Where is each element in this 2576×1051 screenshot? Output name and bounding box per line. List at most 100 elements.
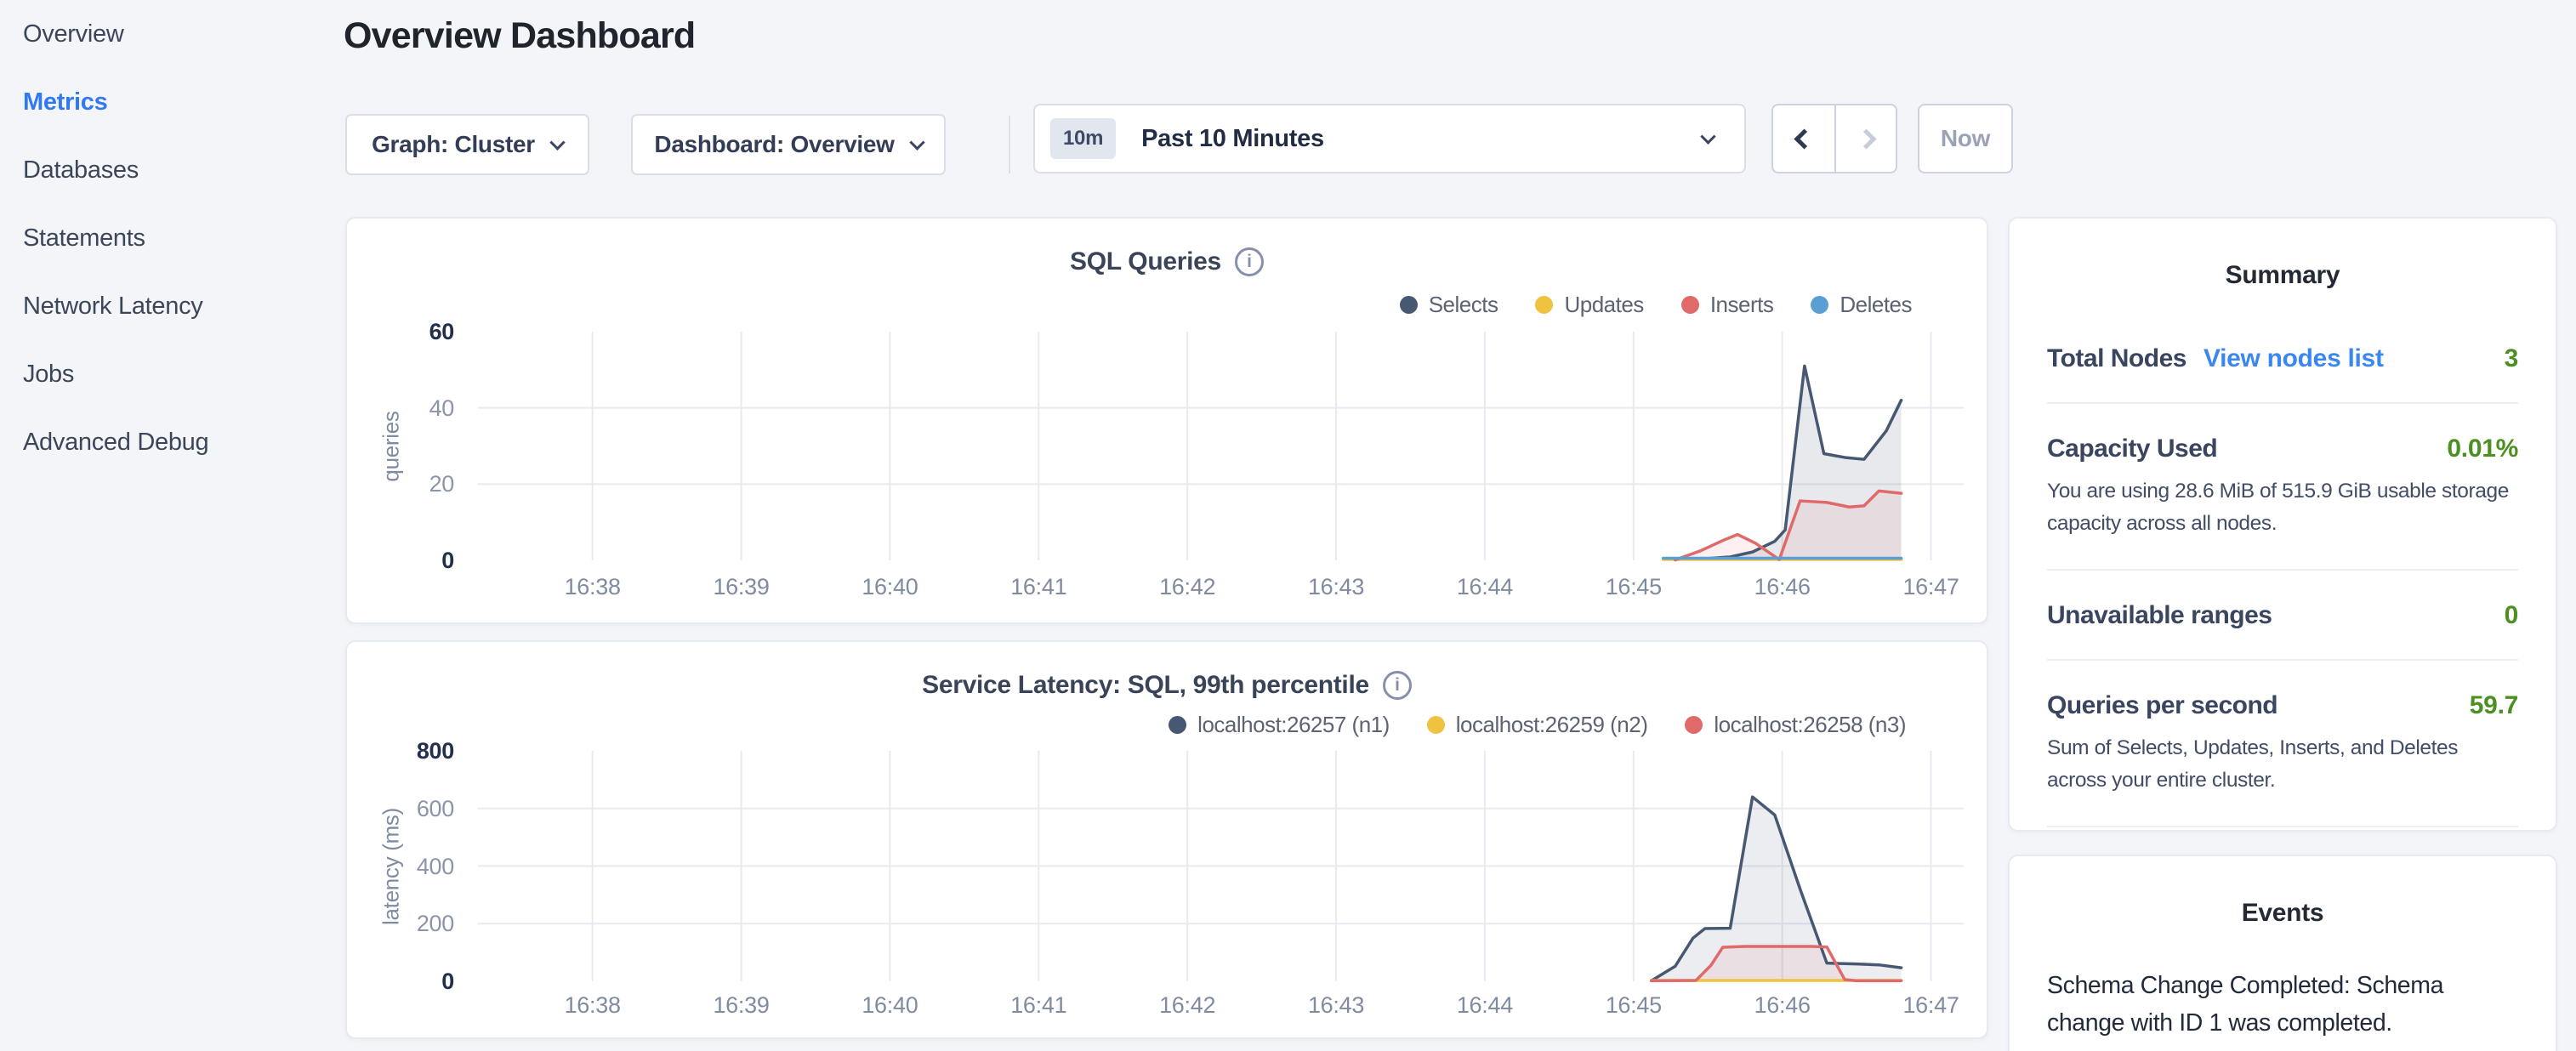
sidebar-item-jobs[interactable]: Jobs — [0, 340, 345, 408]
y-tick-label: 60 — [352, 318, 454, 345]
unavailable-ranges-value: 0 — [2505, 601, 2518, 630]
capacity-used-value: 0.01% — [2447, 435, 2518, 463]
legend-item: Inserts — [1681, 292, 1774, 318]
toolbar-divider — [1009, 116, 1010, 173]
divider — [2047, 659, 2518, 661]
x-tick-label: 16:38 — [542, 574, 644, 600]
x-tick-label: 16:38 — [542, 992, 644, 1019]
legend-dot-icon — [1535, 296, 1553, 314]
info-icon[interactable]: i — [1235, 247, 1264, 276]
legend-dot-icon — [1169, 716, 1186, 734]
qps-value: 59.7 — [2470, 691, 2518, 720]
y-tick-label: 600 — [352, 795, 454, 822]
chevron-right-icon — [1856, 128, 1876, 149]
x-tick-label: 16:43 — [1285, 574, 1387, 600]
divider — [2047, 826, 2518, 827]
chart-plot-area — [478, 332, 1964, 560]
now-button[interactable]: Now — [1918, 104, 2013, 173]
x-tick-label: 16:39 — [691, 992, 793, 1019]
legend-dot-icon — [1811, 296, 1828, 314]
dashboard-dropdown[interactable]: Dashboard: Overview — [631, 114, 946, 175]
legend-label: localhost:26257 (n1) — [1197, 712, 1390, 738]
legend-item: localhost:26258 (n3) — [1685, 712, 1906, 738]
total-nodes-value: 3 — [2505, 344, 2518, 373]
capacity-used-description: You are using 28.6 MiB of 515.9 GiB usab… — [2047, 475, 2518, 540]
chart-plot-area — [478, 751, 1964, 981]
x-tick-label: 16:42 — [1136, 992, 1238, 1019]
chart-title: Service Latency: SQL, 99th percentile — [922, 671, 1369, 700]
sql-queries-chart-panel: SQL Queries i Selects Updates Inserts Delet… — [345, 217, 1988, 624]
x-tick-label: 16:43 — [1285, 992, 1387, 1019]
legend-label: Deletes — [1840, 292, 1912, 318]
capacity-used-label: Capacity Used — [2047, 435, 2217, 463]
summary-row-total-nodes: Total Nodes View nodes list 3 — [2047, 344, 2518, 373]
time-range-badge: 10m — [1050, 118, 1116, 159]
sidebar-item-databases[interactable]: Databases — [0, 136, 345, 204]
y-tick-label: 800 — [352, 737, 454, 764]
legend-label: Inserts — [1710, 292, 1774, 318]
x-tick-label: 16:45 — [1583, 574, 1685, 600]
qps-description: Sum of Selects, Updates, Inserts, and De… — [2047, 732, 2518, 797]
summary-row-unavailable-ranges: Unavailable ranges 0 — [2047, 601, 2518, 630]
y-tick-label: 400 — [352, 853, 454, 880]
x-tick-label: 16:44 — [1434, 992, 1536, 1019]
legend-dot-icon — [1685, 716, 1703, 734]
chart-title: SQL Queries — [1070, 247, 1221, 276]
legend-item: Deletes — [1811, 292, 1912, 318]
y-tick-label: 40 — [352, 395, 454, 422]
y-tick-label: 200 — [352, 910, 454, 937]
divider — [2047, 402, 2518, 404]
time-range-select[interactable]: 10m Past 10 Minutes — [1033, 104, 1746, 173]
view-nodes-list-link[interactable]: View nodes list — [2204, 344, 2384, 373]
graph-dropdown[interactable]: Graph: Cluster — [345, 114, 589, 175]
chart-legend: Selects Updates Inserts Deletes — [1400, 292, 1912, 318]
time-next-button[interactable] — [1834, 105, 1896, 172]
legend-dot-icon — [1681, 296, 1699, 314]
time-prev-button[interactable] — [1773, 105, 1834, 172]
chevron-left-icon — [1794, 128, 1814, 149]
legend-dot-icon — [1400, 296, 1418, 314]
time-range-value: Past 10 Minutes — [1141, 125, 1703, 153]
y-tick-label: 0 — [352, 547, 454, 574]
x-tick-label: 16:40 — [839, 574, 941, 600]
chevron-down-icon — [549, 134, 565, 150]
sidebar-item-advanced-debug[interactable]: Advanced Debug — [0, 408, 345, 476]
summary-panel: Summary Total Nodes View nodes list 3 Ca… — [2008, 217, 2557, 832]
sidebar-item-overview[interactable]: Overview — [0, 0, 345, 68]
divider — [2047, 569, 2518, 571]
total-nodes-label: Total Nodes — [2047, 344, 2186, 373]
x-tick-label: 16:45 — [1583, 992, 1685, 1019]
y-tick-label: 0 — [352, 968, 454, 995]
legend-item: Selects — [1400, 292, 1498, 318]
legend-label: localhost:26258 (n3) — [1714, 712, 1906, 738]
x-tick-label: 16:44 — [1434, 574, 1536, 600]
legend-item: localhost:26259 (n2) — [1427, 712, 1648, 738]
x-tick-label: 16:41 — [987, 992, 1089, 1019]
service-latency-chart-panel: Service Latency: SQL, 99th percentile i … — [345, 640, 1988, 1039]
qps-label: Queries per second — [2047, 691, 2277, 720]
info-icon[interactable]: i — [1383, 671, 1412, 700]
legend-label: Updates — [1564, 292, 1643, 318]
legend-item: localhost:26257 (n1) — [1169, 712, 1390, 738]
legend-dot-icon — [1427, 716, 1445, 734]
x-tick-label: 16:46 — [1732, 992, 1834, 1019]
summary-row-qps: Queries per second 59.7 — [2047, 691, 2518, 720]
chevron-down-icon — [909, 134, 924, 150]
events-title: Events — [2047, 856, 2518, 928]
legend-item: Updates — [1535, 292, 1643, 318]
sidebar-item-metrics[interactable]: Metrics — [0, 68, 345, 136]
x-tick-label: 16:47 — [1880, 574, 1982, 600]
chevron-down-icon — [1700, 128, 1715, 144]
y-tick-label: 20 — [352, 470, 454, 497]
sidebar-item-statements[interactable]: Statements — [0, 204, 345, 272]
x-tick-label: 16:42 — [1136, 574, 1238, 600]
x-tick-label: 16:41 — [987, 574, 1089, 600]
x-tick-label: 16:39 — [691, 574, 793, 600]
summary-row-capacity: Capacity Used 0.01% — [2047, 435, 2518, 463]
chart-legend: localhost:26257 (n1) localhost:26259 (n2)… — [1169, 712, 1906, 738]
graph-dropdown-label: Graph: Cluster — [372, 131, 535, 158]
sidebar-item-network-latency[interactable]: Network Latency — [0, 272, 345, 340]
event-text[interactable]: Schema Change Completed: Schema change w… — [2047, 967, 2518, 1042]
legend-label: localhost:26259 (n2) — [1456, 712, 1648, 738]
sidebar: Overview Metrics Databases Statements Ne… — [0, 0, 345, 1051]
